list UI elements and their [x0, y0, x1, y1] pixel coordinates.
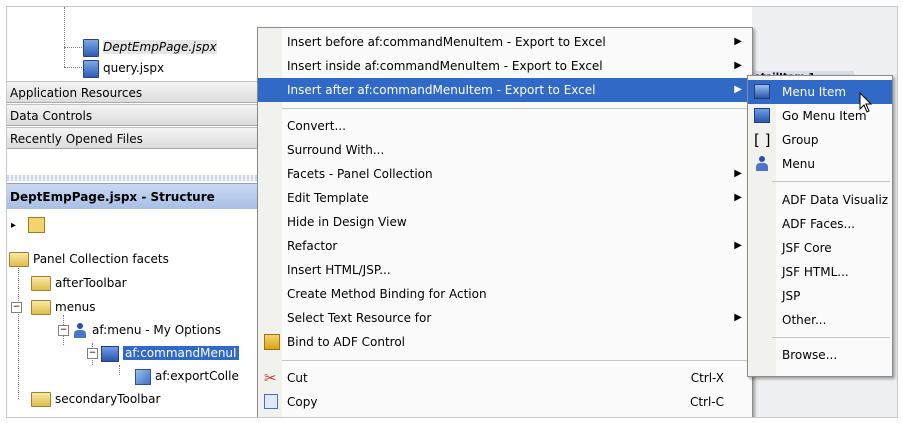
- file-label: DeptEmpPage.jspx: [103, 40, 217, 54]
- tree-item-menus[interactable]: − menus: [11, 296, 96, 318]
- submenu-item-other[interactable]: Other...: [748, 308, 892, 332]
- menu-item-insert-html-jsp[interactable]: Insert HTML/JSP...: [258, 258, 752, 282]
- jspx-file-icon: [83, 38, 99, 57]
- splitter[interactable]: [7, 175, 260, 181]
- folder-icon: [31, 300, 51, 315]
- tree-item-aftertoolbar[interactable]: afterToolbar: [31, 272, 127, 294]
- screenshot-frame: DeptEmpPage.jspx query.jspx Application …: [6, 6, 898, 418]
- go-menu-item-icon: [754, 108, 770, 123]
- edit-properties-icon[interactable]: [27, 216, 45, 233]
- menu-item-facets[interactable]: Facets - Panel Collection ▶: [258, 162, 752, 186]
- submenu-arrow-icon: ▶: [734, 240, 742, 251]
- submenu-arrow-icon: ▶: [734, 36, 742, 47]
- menu-item-refactor[interactable]: Refactor ▶: [258, 234, 752, 258]
- structure-pane-title: DeptEmpPage.jspx - Structure: [7, 183, 260, 209]
- submenu-item-adf-data-visualization[interactable]: ADF Data Visualiz: [748, 188, 892, 212]
- submenu-arrow-icon: ▶: [734, 84, 742, 95]
- insert-after-submenu: Menu Item Go Menu Item [ ] Group Menu AD…: [747, 75, 893, 377]
- submenu-item-jsp[interactable]: JSP: [748, 284, 892, 308]
- menu-item-insert-after[interactable]: Insert after af:commandMenuItem - Export…: [258, 78, 752, 102]
- collapse-toggle[interactable]: −: [11, 302, 22, 313]
- menu-item-select-text-resource[interactable]: Select Text Resource for ▶: [258, 306, 752, 330]
- arrow-right-icon[interactable]: ▸: [11, 220, 16, 231]
- export-collection-icon: [135, 368, 151, 385]
- menu-item-cut[interactable]: ✂ Cut Ctrl-X: [258, 366, 752, 390]
- menu-component-icon: [72, 322, 88, 339]
- structure-toolbar: ▸: [11, 213, 49, 235]
- tree-item-secondarytoolbar[interactable]: secondaryToolbar: [31, 388, 160, 410]
- bind-adf-icon: [264, 334, 280, 350]
- menu-item-create-method-binding[interactable]: Create Method Binding for Action: [258, 282, 752, 306]
- menu-item-insert-before[interactable]: Insert before af:commandMenuItem - Expor…: [258, 30, 752, 54]
- menu-separator: [772, 181, 890, 182]
- command-menu-item-icon: [101, 345, 119, 362]
- submenu-item-jsf-core[interactable]: JSF Core: [748, 236, 892, 260]
- tree-item-af-commandmenuitem[interactable]: − af:commandMenuI: [87, 342, 239, 364]
- menu-item-icon: [754, 84, 770, 99]
- submenu-item-jsf-html[interactable]: JSF HTML...: [748, 260, 892, 284]
- copy-icon: [264, 394, 278, 409]
- menu-item-surround-with[interactable]: Surround With...: [258, 138, 752, 162]
- submenu-arrow-icon: ▶: [734, 192, 742, 203]
- menu-separator: [282, 108, 750, 109]
- file-item-query[interactable]: query.jspx: [83, 57, 164, 79]
- section-data-controls[interactable]: Data Controls: [7, 104, 260, 126]
- submenu-arrow-icon: ▶: [734, 168, 742, 179]
- menu-item-edit-template[interactable]: Edit Template ▶: [258, 186, 752, 210]
- submenu-item-menu[interactable]: Menu: [748, 152, 892, 176]
- tree-item-af-menu[interactable]: − af:menu - My Options: [58, 319, 221, 341]
- tree-item-panel-collection-facets[interactable]: Panel Collection facets: [9, 248, 169, 270]
- mouse-pointer-icon: [859, 92, 873, 113]
- menu-item-insert-inside[interactable]: Insert inside af:commandMenuItem - Expor…: [258, 54, 752, 78]
- submenu-arrow-icon: ▶: [734, 60, 742, 71]
- menu-item-convert[interactable]: Convert...: [258, 114, 752, 138]
- context-menu: Insert before af:commandMenuItem - Expor…: [257, 27, 753, 417]
- menu-item-bind-to-adf-control[interactable]: Bind to ADF Control: [258, 330, 752, 354]
- jspx-file-icon: [83, 59, 99, 78]
- folder-icon: [9, 252, 29, 267]
- file-label: query.jspx: [103, 61, 165, 75]
- submenu-arrow-icon: ▶: [734, 312, 742, 323]
- submenu-item-browse[interactable]: Browse...: [748, 343, 892, 367]
- scissors-icon: ✂: [264, 369, 277, 387]
- application-navigator: DeptEmpPage.jspx query.jspx Application …: [7, 7, 260, 417]
- tree-item-af-exportcollection[interactable]: af:exportColle: [135, 365, 239, 387]
- section-recently-opened-files[interactable]: Recently Opened Files: [7, 127, 260, 149]
- menu-component-icon: [754, 156, 770, 172]
- section-application-resources[interactable]: Application Resources: [7, 81, 260, 103]
- folder-icon: [31, 276, 51, 291]
- collapse-toggle[interactable]: −: [58, 325, 69, 336]
- collapse-toggle[interactable]: −: [87, 348, 98, 359]
- menu-separator: [772, 337, 890, 338]
- submenu-item-adf-faces[interactable]: ADF Faces...: [748, 212, 892, 236]
- folder-icon: [31, 392, 51, 407]
- file-item-deptemppage[interactable]: DeptEmpPage.jspx: [83, 36, 217, 58]
- menu-item-copy[interactable]: Copy Ctrl-C: [258, 390, 752, 414]
- menu-item-hide-in-design-view[interactable]: Hide in Design View: [258, 210, 752, 234]
- menu-separator: [282, 360, 750, 361]
- submenu-item-group[interactable]: [ ] Group: [748, 128, 892, 152]
- group-bracket-icon: [ ]: [754, 131, 771, 149]
